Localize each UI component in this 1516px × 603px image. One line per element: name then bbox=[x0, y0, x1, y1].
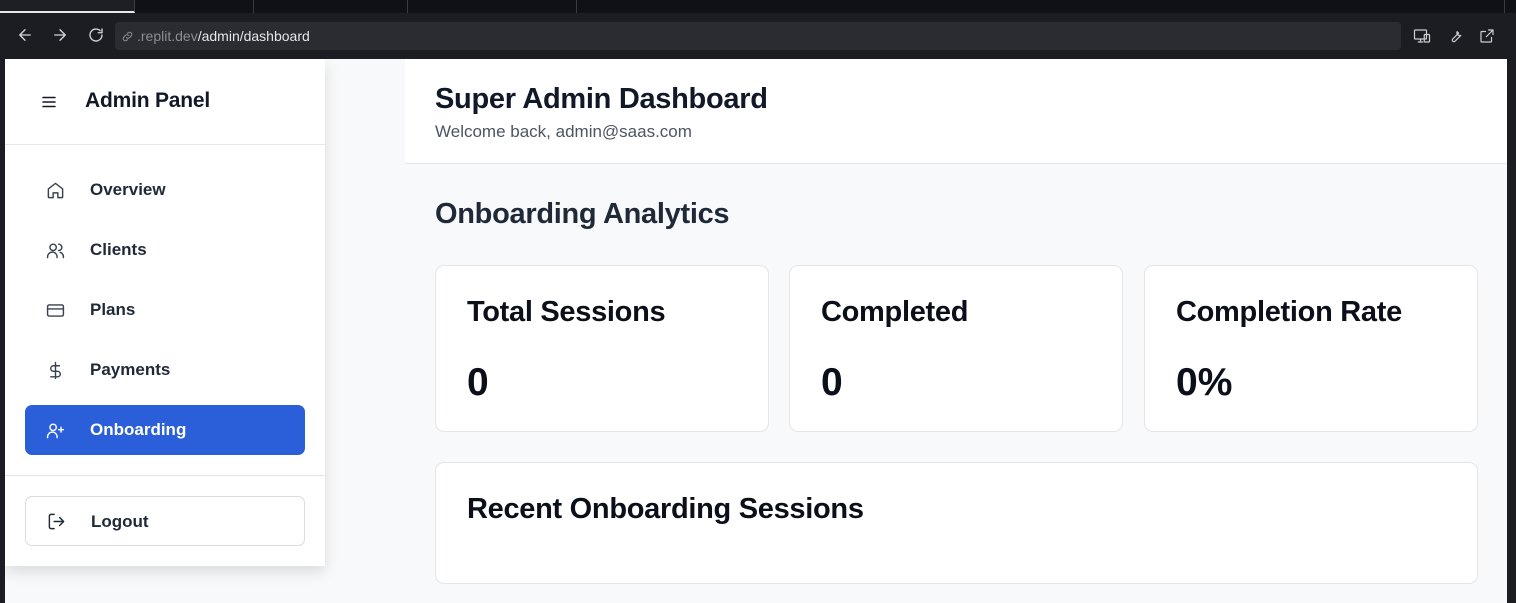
credit-card-icon bbox=[45, 300, 65, 320]
devices-button[interactable] bbox=[1411, 25, 1433, 47]
sidebar-divider bbox=[5, 475, 325, 476]
stat-card-total-sessions: Total Sessions 0 bbox=[435, 265, 769, 432]
page-title: Super Admin Dashboard bbox=[435, 83, 768, 115]
open-external-button[interactable] bbox=[1476, 25, 1498, 47]
stat-card-completion-rate: Completion Rate 0% bbox=[1144, 265, 1478, 432]
menu-toggle-button[interactable] bbox=[39, 92, 59, 112]
home-icon bbox=[45, 180, 65, 200]
sidebar-item-overview[interactable]: Overview bbox=[25, 165, 305, 215]
sidebar-title: Admin Panel bbox=[85, 89, 210, 112]
url-path: /admin/dashboard bbox=[197, 28, 310, 44]
browser-tab[interactable] bbox=[1504, 0, 1516, 13]
url-text: .replit.dev/admin/dashboard bbox=[137, 28, 310, 44]
open-external-icon bbox=[1480, 29, 1494, 43]
dollar-icon bbox=[45, 360, 65, 380]
stat-card-title: Total Sessions bbox=[467, 296, 666, 328]
browser-tab-strip bbox=[0, 0, 1516, 13]
forward-button[interactable] bbox=[48, 23, 72, 47]
sidebar-header: Admin Panel bbox=[5, 59, 325, 145]
sidebar-item-label: Overview bbox=[90, 180, 166, 199]
sidebar-item-label: Plans bbox=[90, 300, 136, 319]
user-plus-icon bbox=[45, 420, 65, 440]
reload-icon bbox=[89, 28, 103, 42]
main-header: Super Admin Dashboard Welcome back, admi… bbox=[405, 59, 1507, 164]
back-button[interactable] bbox=[13, 23, 37, 47]
stat-card-title: Completed bbox=[821, 296, 969, 328]
stat-card-value: 0 bbox=[821, 361, 843, 404]
section-title-onboarding-analytics: Onboarding Analytics bbox=[435, 198, 730, 230]
logout-label: Logout bbox=[91, 512, 149, 531]
welcome-subtitle: Welcome back, admin@saas.com bbox=[435, 122, 692, 141]
sidebar-item-clients[interactable]: Clients bbox=[25, 225, 305, 275]
sidebar-item-payments[interactable]: Payments bbox=[25, 345, 305, 395]
sidebar-item-label: Payments bbox=[90, 360, 171, 379]
hamburger-menu-icon bbox=[42, 96, 56, 108]
browser-toolbar: .replit.dev/admin/dashboard bbox=[0, 13, 1516, 59]
sidebar: Admin Panel Overview Clients Plans Payme bbox=[5, 59, 325, 566]
window-edge bbox=[1507, 59, 1516, 603]
forward-arrow-icon bbox=[54, 29, 66, 41]
sidebar-item-plans[interactable]: Plans bbox=[25, 285, 305, 335]
recent-sessions-card: Recent Onboarding Sessions bbox=[435, 462, 1478, 584]
reload-button[interactable] bbox=[84, 23, 108, 47]
sidebar-item-label: Clients bbox=[90, 240, 147, 259]
devtools-button[interactable] bbox=[1444, 25, 1466, 47]
stat-card-title: Completion Rate bbox=[1176, 296, 1402, 328]
browser-tab[interactable] bbox=[0, 0, 135, 13]
url-host: .replit.dev bbox=[137, 28, 198, 44]
logout-button[interactable]: Logout bbox=[25, 496, 305, 546]
link-icon bbox=[122, 31, 133, 41]
back-arrow-icon bbox=[19, 29, 31, 41]
logout-icon bbox=[46, 511, 66, 531]
browser-tab[interactable] bbox=[136, 0, 254, 13]
address-bar[interactable]: .replit.dev/admin/dashboard bbox=[115, 22, 1401, 50]
sidebar-item-onboarding[interactable]: Onboarding bbox=[25, 405, 305, 455]
browser-tab[interactable] bbox=[409, 0, 577, 13]
devices-icon bbox=[1413, 29, 1431, 43]
page-viewport: Admin Panel Overview Clients Plans Payme bbox=[5, 59, 1507, 603]
wrench-icon bbox=[1451, 31, 1462, 43]
sidebar-item-label: Onboarding bbox=[90, 420, 187, 439]
stat-card-completed: Completed 0 bbox=[789, 265, 1123, 432]
browser-tab[interactable] bbox=[255, 0, 408, 13]
stat-card-value: 0% bbox=[1176, 361, 1233, 404]
stat-card-value: 0 bbox=[467, 361, 489, 404]
recent-sessions-title: Recent Onboarding Sessions bbox=[467, 493, 864, 525]
users-icon bbox=[45, 240, 65, 260]
